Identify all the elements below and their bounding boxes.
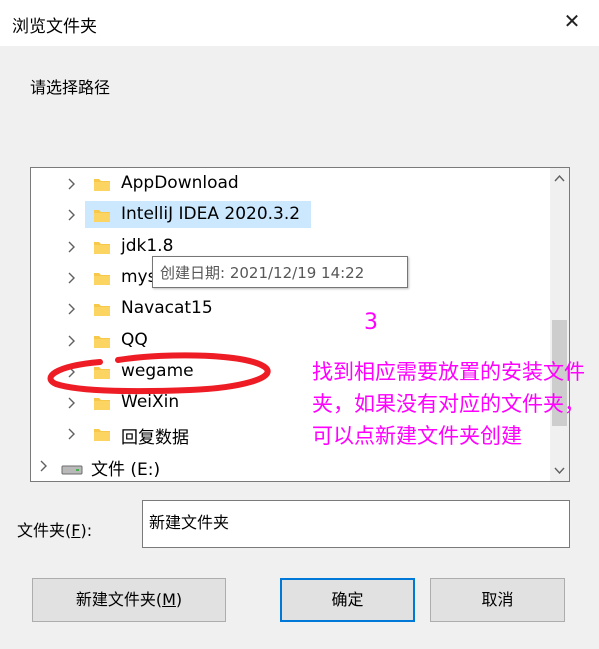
tree-item-drive[interactable]: 文件 (E:) <box>31 451 551 480</box>
tree-item-label: Navacat15 <box>121 298 213 319</box>
tree-item[interactable]: IntelliJ IDEA 2020.3.2 <box>31 200 551 229</box>
expand-chevron-icon[interactable] <box>65 200 79 229</box>
cancel-button[interactable]: 取消 <box>430 578 565 622</box>
expand-chevron-icon[interactable] <box>65 419 79 448</box>
tree-item-label: QQ <box>121 329 148 350</box>
tree-item-label: AppDownload <box>121 173 239 193</box>
tree-item-label: IntelliJ IDEA 2020.3.2 <box>121 204 301 225</box>
tree-item-label: 文件 (E:) <box>91 459 161 480</box>
folder-icon <box>93 207 111 223</box>
scroll-down-arrow-icon[interactable] <box>554 465 565 476</box>
expand-chevron-icon[interactable] <box>65 294 79 323</box>
expand-chevron-icon[interactable] <box>65 169 79 198</box>
new-folder-button[interactable]: 新建文件夹(M) <box>32 578 226 622</box>
close-icon: ✕ <box>563 9 581 33</box>
close-button[interactable]: ✕ <box>561 10 583 32</box>
annotation-text: 找到相应需要放置的安装文件夹，如果没有对应的文件夹，可以点新建文件夹创建 <box>312 360 585 448</box>
red-circle-annotation <box>47 352 271 395</box>
tree-item[interactable]: Navacat15 <box>31 294 551 323</box>
folder-icon <box>93 239 111 255</box>
folder-name-input[interactable]: 新建文件夹 <box>142 500 570 548</box>
tree-item[interactable]: AppDownload <box>31 169 551 198</box>
ok-button[interactable]: 确定 <box>280 578 415 622</box>
expand-chevron-icon[interactable] <box>65 232 79 261</box>
folder-icon <box>93 333 111 349</box>
tree-item-label: jdk1.8 <box>121 235 174 256</box>
drive-icon <box>61 461 83 477</box>
folder-icon <box>93 270 111 286</box>
tooltip: 创建日期: 2021/12/19 14:22 <box>152 256 408 288</box>
folder-field-label: 文件夹(F): <box>17 521 93 540</box>
prompt-label: 请选择路径 <box>30 78 111 97</box>
folder-icon <box>93 176 111 192</box>
expand-chevron-icon[interactable] <box>65 263 79 292</box>
window-title: 浏览文件夹 <box>12 17 97 37</box>
folder-icon <box>93 301 111 317</box>
title-bar: 浏览文件夹 ✕ <box>0 0 599 46</box>
scroll-up-arrow-icon[interactable] <box>554 173 565 184</box>
tree-item-label: 回复数据 <box>121 428 189 449</box>
expand-chevron-icon[interactable] <box>37 451 51 480</box>
folder-icon <box>93 426 111 442</box>
annotation-step-number: 3 <box>364 310 378 335</box>
